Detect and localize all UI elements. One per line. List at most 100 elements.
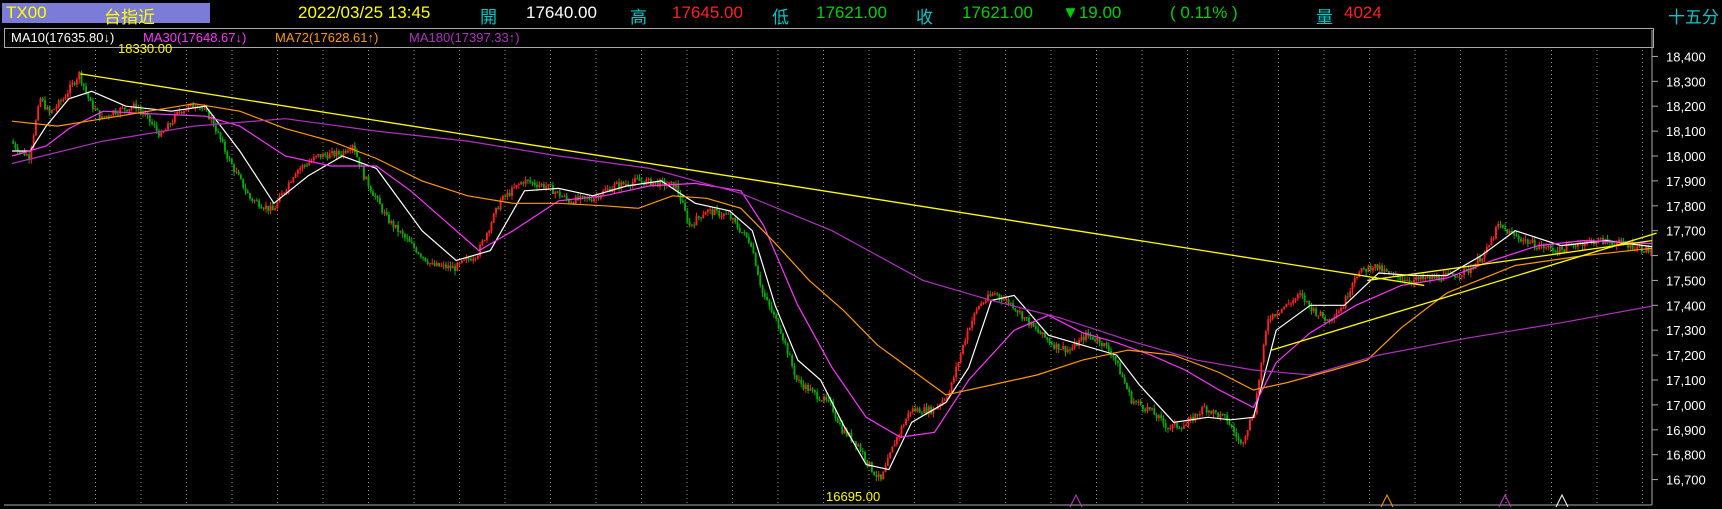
candle-body	[1091, 336, 1094, 340]
candle-body	[342, 150, 345, 156]
candle-body	[287, 182, 290, 191]
candle-body	[784, 340, 787, 344]
candle-body	[1554, 250, 1557, 252]
candle-body	[253, 200, 256, 202]
candle-body	[419, 253, 422, 257]
candle-body	[593, 198, 595, 202]
candle-body	[868, 461, 871, 465]
candle-body	[388, 214, 390, 224]
candle-body	[1146, 407, 1149, 411]
candle-body	[1444, 272, 1447, 275]
candle-body	[825, 396, 828, 400]
candle-body	[836, 417, 839, 423]
candle-body	[1346, 296, 1349, 298]
candle-body	[201, 107, 204, 109]
price-tick-label: 17,400	[1666, 298, 1706, 313]
candle-body	[1018, 311, 1021, 313]
candle-body	[66, 93, 69, 98]
candle-body	[401, 231, 404, 235]
candle-body	[693, 224, 696, 226]
candle-body	[647, 178, 650, 180]
candle-body	[984, 300, 987, 303]
candle-body	[1057, 343, 1060, 350]
candle-body	[864, 451, 866, 461]
candle-body	[258, 200, 261, 208]
candle-body	[1173, 423, 1176, 425]
candle-body	[1401, 279, 1404, 281]
candle-body	[670, 181, 673, 183]
candle-body	[741, 232, 743, 234]
candle-body	[397, 224, 400, 233]
candle-body	[549, 184, 552, 186]
candle-body	[886, 458, 889, 466]
candle-body	[1235, 432, 1238, 438]
candle-body	[1517, 235, 1520, 239]
price-tick-label: 18,100	[1666, 124, 1706, 139]
candle-body	[135, 103, 138, 110]
candle-body	[369, 186, 372, 192]
candle-body	[624, 183, 627, 185]
candle-body	[982, 302, 985, 304]
candle-body	[399, 231, 402, 233]
price-tick-label: 17,700	[1666, 224, 1706, 239]
candle-body	[19, 151, 21, 153]
price-tick-label: 17,600	[1666, 249, 1706, 264]
candle-body	[292, 177, 295, 182]
candle-body	[483, 240, 486, 242]
candle-body	[269, 205, 272, 211]
candle-body	[1324, 317, 1327, 321]
candle-body	[857, 444, 860, 447]
candle-body	[1180, 428, 1183, 430]
candle-body	[1210, 410, 1213, 414]
candle-body	[1005, 299, 1008, 301]
price-tick-label: 17,200	[1666, 348, 1706, 363]
candle-body	[1016, 310, 1019, 313]
candle-body	[952, 377, 955, 383]
ma-line-ma10	[12, 90, 1653, 471]
candle-body	[1431, 276, 1434, 280]
candle-body	[246, 191, 249, 194]
candle-body	[795, 375, 798, 381]
candle-body	[1536, 248, 1538, 250]
candle-body	[793, 365, 796, 376]
candle-body	[754, 252, 757, 266]
candle-body	[1515, 235, 1518, 237]
candle-body	[116, 113, 119, 115]
candle-body	[476, 255, 479, 259]
candle-body	[1321, 311, 1324, 318]
candle-body	[37, 106, 40, 121]
candle-body	[219, 132, 222, 140]
candle-body	[1203, 406, 1206, 408]
candle-body	[590, 199, 593, 202]
candle-body	[1100, 342, 1103, 347]
candle-body	[1212, 410, 1215, 414]
candle-body	[1381, 265, 1384, 272]
candle-body	[1479, 257, 1481, 262]
candle-body	[1239, 439, 1242, 444]
candle-body	[743, 232, 746, 234]
candle-body	[1264, 331, 1267, 345]
candle-body	[267, 205, 270, 211]
candle-body	[1531, 240, 1534, 243]
candle-body	[747, 236, 750, 243]
candle-body	[75, 79, 78, 85]
candle-body	[684, 202, 687, 211]
candle-body	[1611, 242, 1614, 245]
candle-body	[873, 471, 876, 476]
trendline-0	[80, 73, 1425, 287]
candle-body	[317, 154, 320, 156]
candle-body	[827, 399, 830, 401]
candle-body	[547, 184, 550, 187]
candle-body	[772, 311, 775, 315]
candle-body	[1171, 424, 1174, 428]
candle-body	[729, 213, 732, 220]
candle-body	[495, 207, 497, 214]
candle-body	[536, 184, 538, 187]
candle-body	[1278, 312, 1281, 314]
candle-body	[1082, 336, 1085, 341]
candle-body	[971, 320, 974, 328]
candle-body	[957, 362, 960, 367]
candle-body	[89, 97, 92, 101]
candle-body	[766, 296, 769, 300]
candle-body	[1599, 238, 1602, 240]
